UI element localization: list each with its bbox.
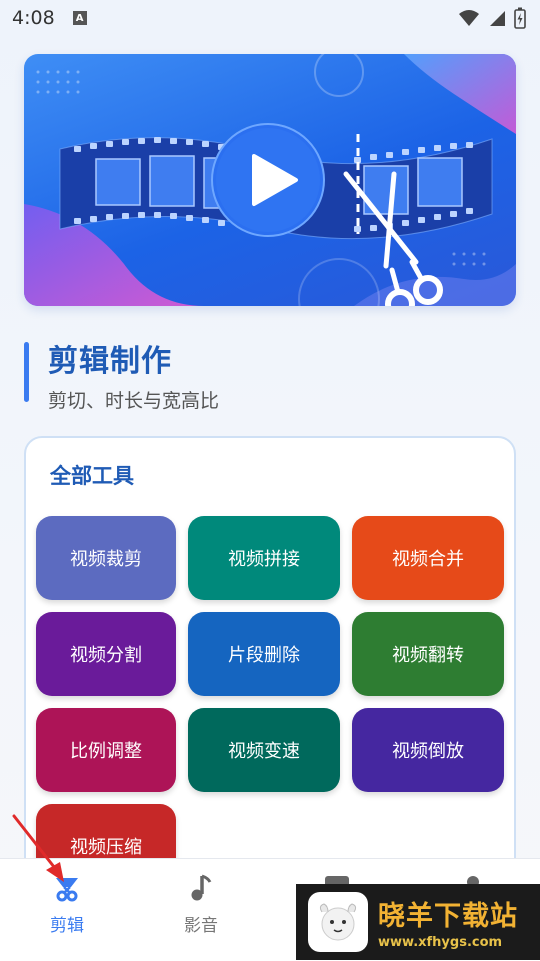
nav-tab-edit-label: 剪辑 bbox=[50, 916, 84, 936]
watermark-name: 晓羊下载站 bbox=[378, 901, 518, 932]
section-accent-bar bbox=[24, 342, 29, 402]
tool-video-reverse-button[interactable]: 视频倒放 bbox=[352, 708, 504, 792]
tool-video-crop-button[interactable]: 视频裁剪 bbox=[36, 516, 176, 600]
section-subtitle: 剪切、时长与宽高比 bbox=[48, 390, 220, 412]
play-icon[interactable] bbox=[211, 123, 325, 237]
tool-video-speed-button[interactable]: 视频变速 bbox=[188, 708, 340, 792]
wifi-icon bbox=[459, 10, 479, 26]
banner[interactable] bbox=[24, 54, 516, 306]
watermark-logo-icon bbox=[308, 892, 368, 952]
tool-video-flip-button[interactable]: 视频翻转 bbox=[352, 612, 504, 696]
notification-icon: A bbox=[72, 11, 87, 25]
annotation-arrow bbox=[12, 814, 64, 882]
watermark: 晓羊下载站 www.xfhygs.com bbox=[296, 884, 540, 960]
signal-icon bbox=[490, 11, 505, 26]
nav-tab-media[interactable]: 影音 bbox=[156, 873, 246, 943]
tool-video-split-button[interactable]: 视频分割 bbox=[36, 612, 176, 696]
tool-clip-delete-button[interactable]: 片段删除 bbox=[188, 612, 340, 696]
battery-icon bbox=[514, 7, 526, 29]
tool-video-splice-button[interactable]: 视频拼接 bbox=[188, 516, 340, 600]
section-title: 剪辑制作 bbox=[48, 344, 172, 379]
section-header: 剪辑制作 剪切、时长与宽高比 bbox=[24, 336, 516, 416]
music-note-icon bbox=[191, 874, 212, 901]
tools-title: 全部工具 bbox=[50, 464, 134, 488]
watermark-url: www.xfhygs.com bbox=[378, 935, 503, 950]
nav-tab-media-label: 影音 bbox=[184, 916, 218, 936]
decor-blob-right bbox=[404, 54, 516, 134]
status-time: 4:08 bbox=[12, 7, 55, 29]
status-bar: 4:08 A bbox=[0, 0, 540, 36]
tool-video-merge-button[interactable]: 视频合并 bbox=[352, 516, 504, 600]
tool-ratio-adjust-button[interactable]: 比例调整 bbox=[36, 708, 176, 792]
